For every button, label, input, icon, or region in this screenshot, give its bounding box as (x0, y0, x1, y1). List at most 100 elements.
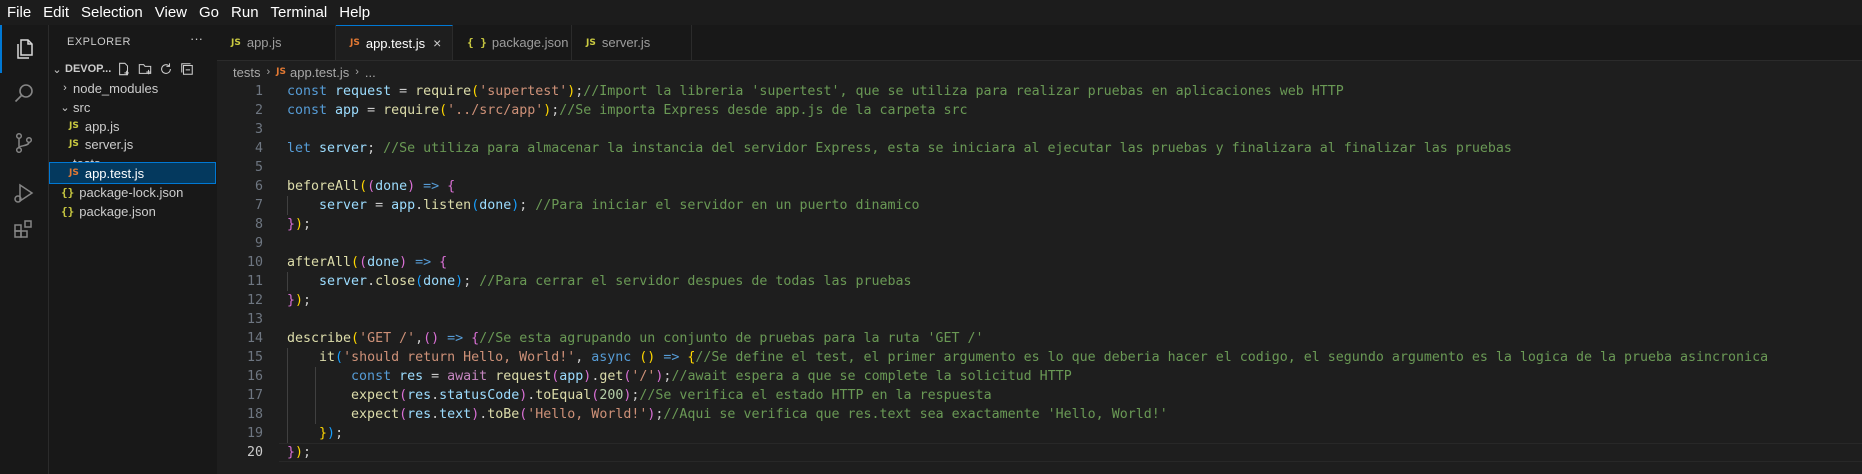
line-number: 17 (246, 388, 263, 403)
code-token: ( (367, 179, 376, 194)
code-token: ) (295, 293, 304, 308)
source-control-icon[interactable] (0, 119, 48, 167)
indent-guide (287, 272, 288, 291)
menu-file[interactable]: File (0, 0, 36, 25)
code-line[interactable]: const res = await request(app).get('/');… (287, 367, 1072, 386)
menu-terminal[interactable]: Terminal (264, 0, 333, 25)
code-line[interactable]: }); (287, 443, 311, 462)
code-line[interactable]: beforeAll((done) => { (287, 177, 455, 196)
code-token: server (319, 141, 368, 156)
close-icon[interactable]: × (433, 35, 441, 51)
breadcrumb-file[interactable]: app.test.js (290, 65, 349, 80)
code-line[interactable]: server = app.listen(done); //Para inicia… (287, 196, 920, 215)
code-token: request (335, 84, 392, 99)
chevron-right-icon: › (63, 82, 67, 94)
chevron-down-icon: ⌄ (52, 63, 62, 76)
current-line-highlight (279, 443, 1862, 462)
code-token: } (287, 217, 296, 232)
js-file-icon: JS (69, 139, 79, 149)
chevron-right-icon: › (266, 66, 271, 78)
json-file-icon: { } (467, 36, 487, 49)
code-token: //Para iniciar el servidor en un puerto … (535, 198, 920, 213)
code-line[interactable]: describe('GET /',() => {//Se esta agrupa… (287, 329, 984, 348)
code-token: text (439, 407, 472, 422)
code-token: ) (295, 445, 304, 460)
chevron-down-icon: ⌄ (60, 101, 70, 114)
new-file-icon[interactable] (117, 62, 131, 76)
breadcrumb-folder[interactable]: tests (233, 65, 260, 80)
tab-app-js[interactable]: JS app.js (217, 25, 336, 60)
code-token: res (407, 407, 432, 422)
menu-view[interactable]: View (148, 0, 192, 25)
refresh-icon[interactable] (159, 62, 173, 76)
code-line[interactable]: let server; //Se utiliza para almacenar … (287, 139, 1512, 158)
tree-item-package-json[interactable]: {} package.json (49, 200, 217, 222)
code-line[interactable]: }); (287, 291, 311, 310)
code-token: 'GET /' (359, 331, 416, 346)
code-editor[interactable]: 1 2 3 4 5 6 7 8 9 10 11 12 13 14 15 16 17 18 19 20 const re… (217, 82, 1862, 474)
code-token: toBe (487, 407, 520, 422)
new-folder-icon[interactable] (138, 62, 152, 76)
code-token: = (391, 84, 416, 99)
code-token: { (471, 331, 480, 346)
explorer-icon[interactable] (0, 25, 48, 73)
menu-edit[interactable]: Edit (36, 0, 74, 25)
code-token: ; (519, 198, 536, 213)
tab-label: app.js (246, 35, 282, 50)
tab-server-js[interactable]: JS server.js (572, 25, 692, 60)
tab-package-json[interactable]: { } package.json (453, 25, 572, 60)
code-token: async (591, 350, 640, 365)
tab-app-test-js[interactable]: JS app.test.js × (336, 25, 453, 60)
code-token: require (415, 84, 472, 99)
code-token: ) (407, 179, 416, 194)
menu-help[interactable]: Help (332, 0, 375, 25)
code-line[interactable]: }); (287, 424, 343, 443)
code-line[interactable]: expect(res.statusCode).toEqual(200);//Se… (287, 386, 992, 405)
search-icon[interactable] (0, 70, 48, 118)
code-line[interactable]: const request = require('supertest');//I… (287, 82, 1344, 101)
code-token: //await espera a que se complete la soli… (671, 369, 1072, 384)
code-token: ( (351, 255, 360, 270)
line-number: 13 (246, 312, 263, 327)
code-line[interactable]: const app = require('../src/app');//Se i… (287, 101, 968, 120)
menu-selection[interactable]: Selection (74, 0, 148, 25)
code-token: //Se define el test, el primer argumento… (695, 350, 1769, 365)
menu-go[interactable]: Go (192, 0, 224, 25)
collapse-all-icon[interactable] (180, 62, 194, 76)
code-token: //Se utiliza para almacenar la instancia… (383, 141, 1512, 156)
code-token: //Para cerrar el servidor despues de tod… (479, 274, 912, 289)
code-line[interactable]: server.close(done); //Para cerrar el ser… (287, 272, 912, 291)
code-token: 'should return Hello, World!' (343, 350, 576, 365)
code-token: '../src/app' (447, 103, 544, 118)
code-token: server (319, 198, 368, 213)
code-line[interactable]: expect(res.text).toBe('Hello, World!');/… (287, 405, 1168, 424)
workspace-folder-label: DEVOP... (65, 63, 112, 75)
tree-item-label: node_modules (73, 80, 159, 96)
code-token: . (431, 388, 440, 403)
code-token: ; (463, 274, 480, 289)
breadcrumb-symbol[interactable]: ... (365, 65, 376, 80)
line-number: 10 (246, 255, 263, 270)
code-line[interactable]: afterAll((done) => { (287, 253, 447, 272)
code-token: ; (367, 141, 384, 156)
code-line[interactable]: it('should return Hello, World!', async … (287, 348, 1768, 367)
line-number: 2 (254, 103, 263, 118)
code-token: ; (303, 293, 312, 308)
code-token: => (415, 179, 448, 194)
line-number: 5 (254, 160, 263, 175)
code-token: require (383, 103, 440, 118)
more-actions-icon[interactable]: ··· (190, 31, 203, 46)
code-token: ( (471, 84, 480, 99)
code-token: //Se verifica el estado HTTP en la respu… (639, 388, 992, 403)
code-token: => (439, 331, 472, 346)
code-token: } (319, 426, 328, 441)
extensions-icon[interactable] (0, 205, 48, 253)
code-token: app (335, 103, 360, 118)
code-token: let (287, 141, 320, 156)
code-token: beforeAll (287, 179, 360, 194)
js-file-icon: JS (586, 37, 596, 48)
code-line[interactable]: }); (287, 215, 311, 234)
menu-run[interactable]: Run (224, 0, 264, 25)
